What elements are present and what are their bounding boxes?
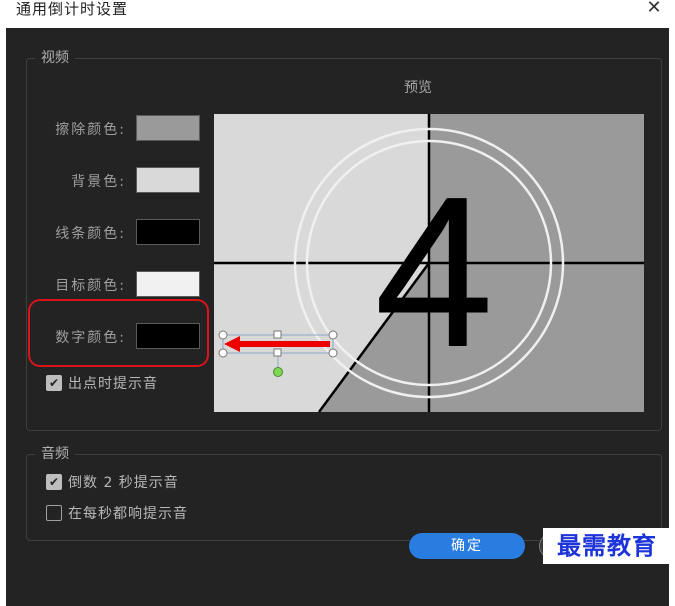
target-color-swatch[interactable]: [136, 271, 200, 297]
resize-handle-bottom-left[interactable]: [218, 348, 228, 358]
annotation-arrow: [218, 330, 338, 377]
resize-handle-top-right[interactable]: [328, 330, 338, 340]
wipe-color-label: 擦除颜色:: [55, 122, 126, 138]
every-sec-beep-label: 在每秒都响提示音: [68, 506, 188, 522]
audio-group-legend: 音频: [35, 444, 75, 464]
background-color-label: 背景色:: [71, 174, 126, 190]
resize-handle-bottom-right[interactable]: [328, 348, 338, 358]
target-color-label: 目标颜色:: [55, 278, 126, 294]
cue-at-out-row[interactable]: ✔ 出点时提示音: [46, 373, 158, 393]
countdown-digit: 4: [374, 151, 494, 392]
target-color-row: 目标颜色:: [6, 271, 206, 297]
resize-handle-top-left[interactable]: [218, 330, 228, 340]
wipe-color-swatch[interactable]: [136, 115, 200, 141]
preview-title: 预览: [404, 80, 432, 96]
background-color-swatch[interactable]: [136, 167, 200, 193]
line-color-row: 线条颜色:: [6, 219, 206, 245]
every-sec-beep-row[interactable]: 在每秒都响提示音: [46, 503, 188, 523]
resize-handle-top[interactable]: [273, 330, 282, 339]
title-bar: 通用倒计时设置 ✕: [0, 0, 675, 28]
cue-at-out-checkbox[interactable]: ✔: [46, 375, 62, 391]
two-sec-beep-checkbox[interactable]: ✔: [46, 474, 62, 490]
rotate-handle[interactable]: [273, 367, 283, 377]
video-group-legend: 视频: [35, 48, 75, 68]
line-color-label: 线条颜色:: [55, 226, 126, 242]
two-sec-beep-row[interactable]: ✔ 倒数 2 秒提示音: [46, 472, 179, 492]
two-sec-beep-label: 倒数 2 秒提示音: [68, 475, 179, 491]
background-color-row: 背景色:: [6, 167, 206, 193]
cue-at-out-label: 出点时提示音: [68, 376, 158, 392]
close-icon[interactable]: ✕: [643, 0, 665, 20]
countdown-settings-dialog: 视频 预览 擦除颜色: 背景色: 线条颜色: 目标颜色: 数字颜色: ✔ 出点时…: [6, 28, 669, 606]
every-sec-beep-checkbox[interactable]: [46, 505, 62, 521]
window-title: 通用倒计时设置: [16, 0, 129, 18]
number-color-highlight: [28, 299, 209, 367]
ok-button[interactable]: 确定: [409, 533, 525, 559]
wipe-color-row: 擦除颜色:: [6, 115, 206, 141]
line-color-swatch[interactable]: [136, 219, 200, 245]
resize-handle-bottom[interactable]: [273, 348, 282, 357]
watermark-logo: 最需教育: [543, 528, 671, 564]
